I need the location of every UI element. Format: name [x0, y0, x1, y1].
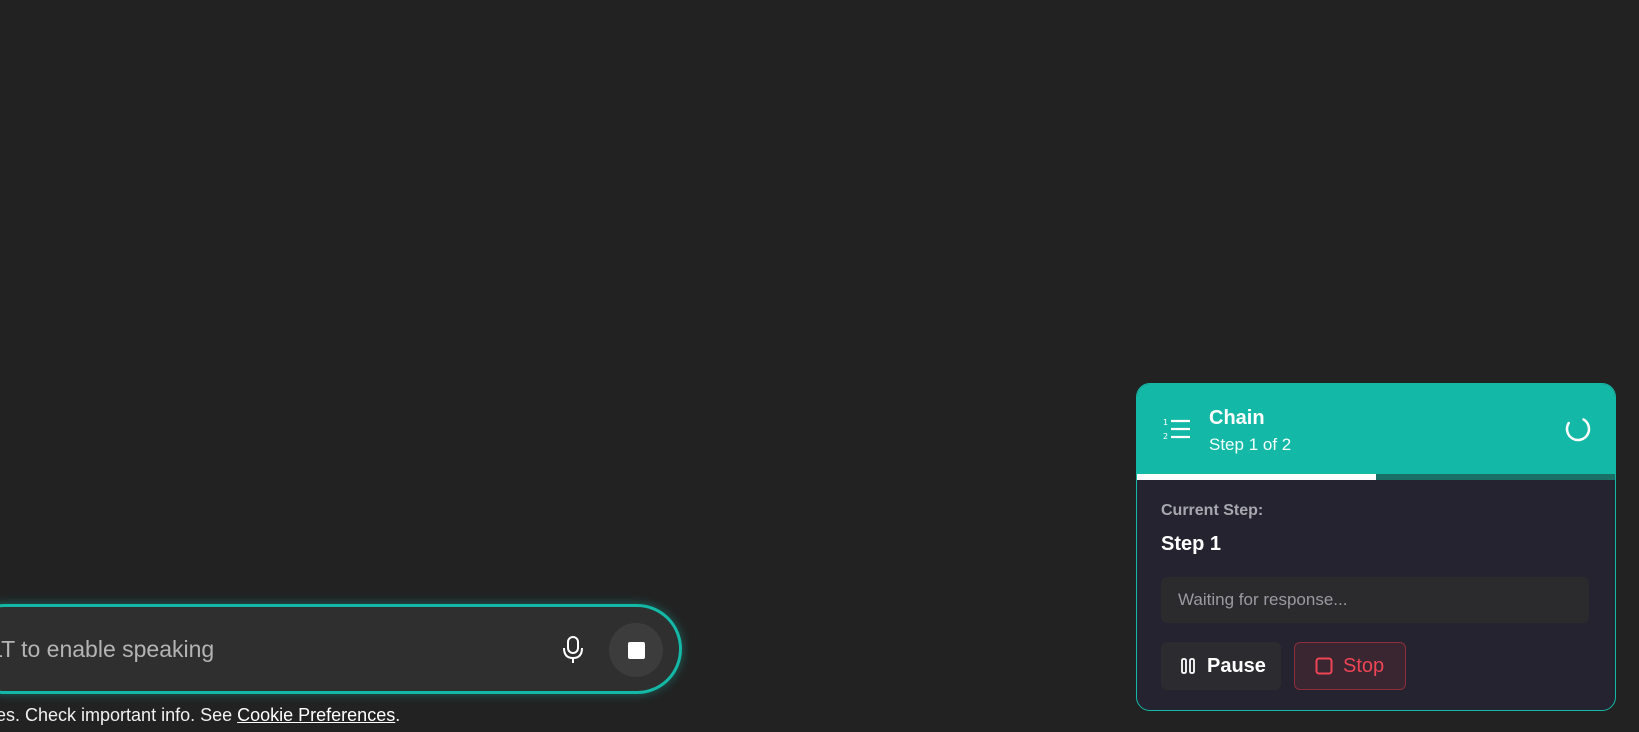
current-step-label: Current Step: — [1161, 502, 1264, 519]
stop-square-icon — [627, 641, 645, 659]
stop-icon — [1315, 657, 1333, 675]
chain-progress-fill — [1137, 474, 1376, 480]
chain-progress-bar — [1137, 474, 1615, 480]
pause-label: Pause — [1207, 654, 1266, 677]
chat-input-placeholder[interactable]: LT to enable speaking — [0, 629, 214, 669]
numbered-list-icon: 1 2 — [1163, 418, 1190, 441]
pause-button[interactable]: Pause — [1161, 642, 1281, 690]
stop-chain-button[interactable]: Stop — [1294, 642, 1406, 690]
disclaimer: es. Check important info. See Cookie Pre… — [0, 705, 400, 726]
response-status: Waiting for response... — [1161, 577, 1589, 623]
microphone-button[interactable] — [556, 630, 590, 670]
current-step-name: Step 1 — [1161, 533, 1222, 555]
microphone-icon — [563, 636, 583, 663]
chain-title: Chain — [1209, 407, 1265, 429]
chain-step-counter: Step 1 of 2 — [1209, 435, 1292, 454]
cookie-preferences-link[interactable]: Cookie Preferences — [237, 705, 395, 725]
loading-spinner-icon — [1565, 416, 1591, 442]
stop-generation-button[interactable] — [609, 623, 663, 677]
svg-text:1: 1 — [1163, 418, 1168, 427]
pause-icon — [1181, 658, 1195, 674]
disclaimer-text: es. Check important info. See — [0, 705, 238, 725]
chain-header: 1 2 Chain Step 1 of 2 — [1137, 384, 1615, 474]
svg-text:2: 2 — [1163, 432, 1168, 441]
chain-panel: 1 2 Chain Step 1 of 2 Current Step: Step… — [1136, 383, 1616, 711]
disclaimer-suffix: . — [395, 705, 401, 725]
stop-label: Stop — [1343, 654, 1385, 677]
